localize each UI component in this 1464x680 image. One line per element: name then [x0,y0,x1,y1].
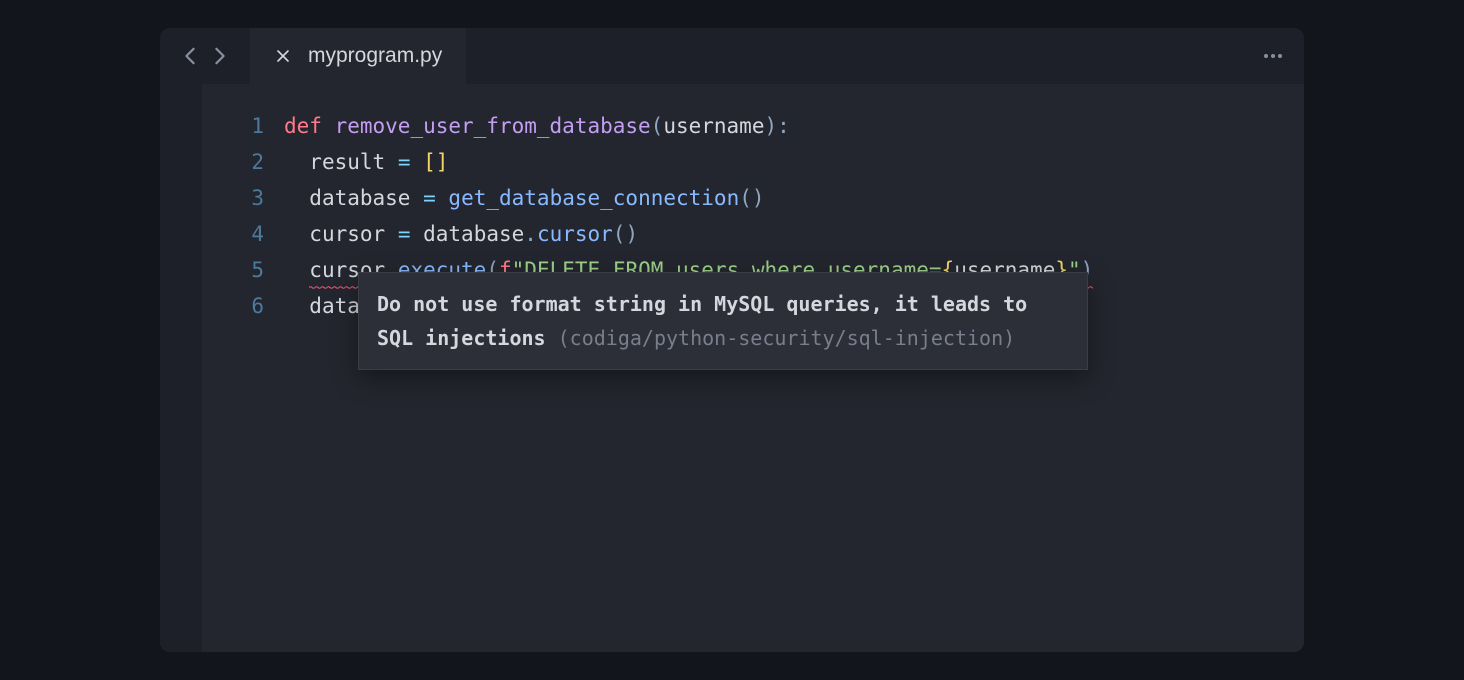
nav-arrows [160,28,250,84]
diagnostic-tooltip: Do not use format string in MySQL querie… [358,272,1088,370]
code-line: database = get_database_connection() [284,180,1284,216]
more-menu-button[interactable] [1264,54,1282,58]
editor-window: myprogram.py 1 2 3 4 5 6 def remove_user… [160,28,1304,652]
left-strip [160,84,202,652]
code-line: cursor = database.cursor() [284,216,1284,252]
nav-back-button[interactable] [182,48,198,64]
line-number: 5 [202,252,264,288]
code-line: result = [] [284,144,1284,180]
tab-title: myprogram.py [308,44,442,68]
close-tab-button[interactable] [274,47,292,65]
line-number: 1 [202,108,264,144]
line-gutter: 1 2 3 4 5 6 [202,84,284,652]
line-number: 4 [202,216,264,252]
tooltip-rule: (codiga/python-security/sql-injection) [546,326,1016,350]
titlebar: myprogram.py [160,28,1304,84]
line-number: 3 [202,180,264,216]
line-number: 2 [202,144,264,180]
code-area[interactable]: def remove_user_from_database(username):… [284,84,1304,652]
line-number: 6 [202,288,264,324]
file-tab[interactable]: myprogram.py [250,28,466,84]
code-line: def remove_user_from_database(username): [284,108,1284,144]
editor-body: 1 2 3 4 5 6 def remove_user_from_databas… [160,84,1304,652]
nav-forward-button[interactable] [212,48,228,64]
